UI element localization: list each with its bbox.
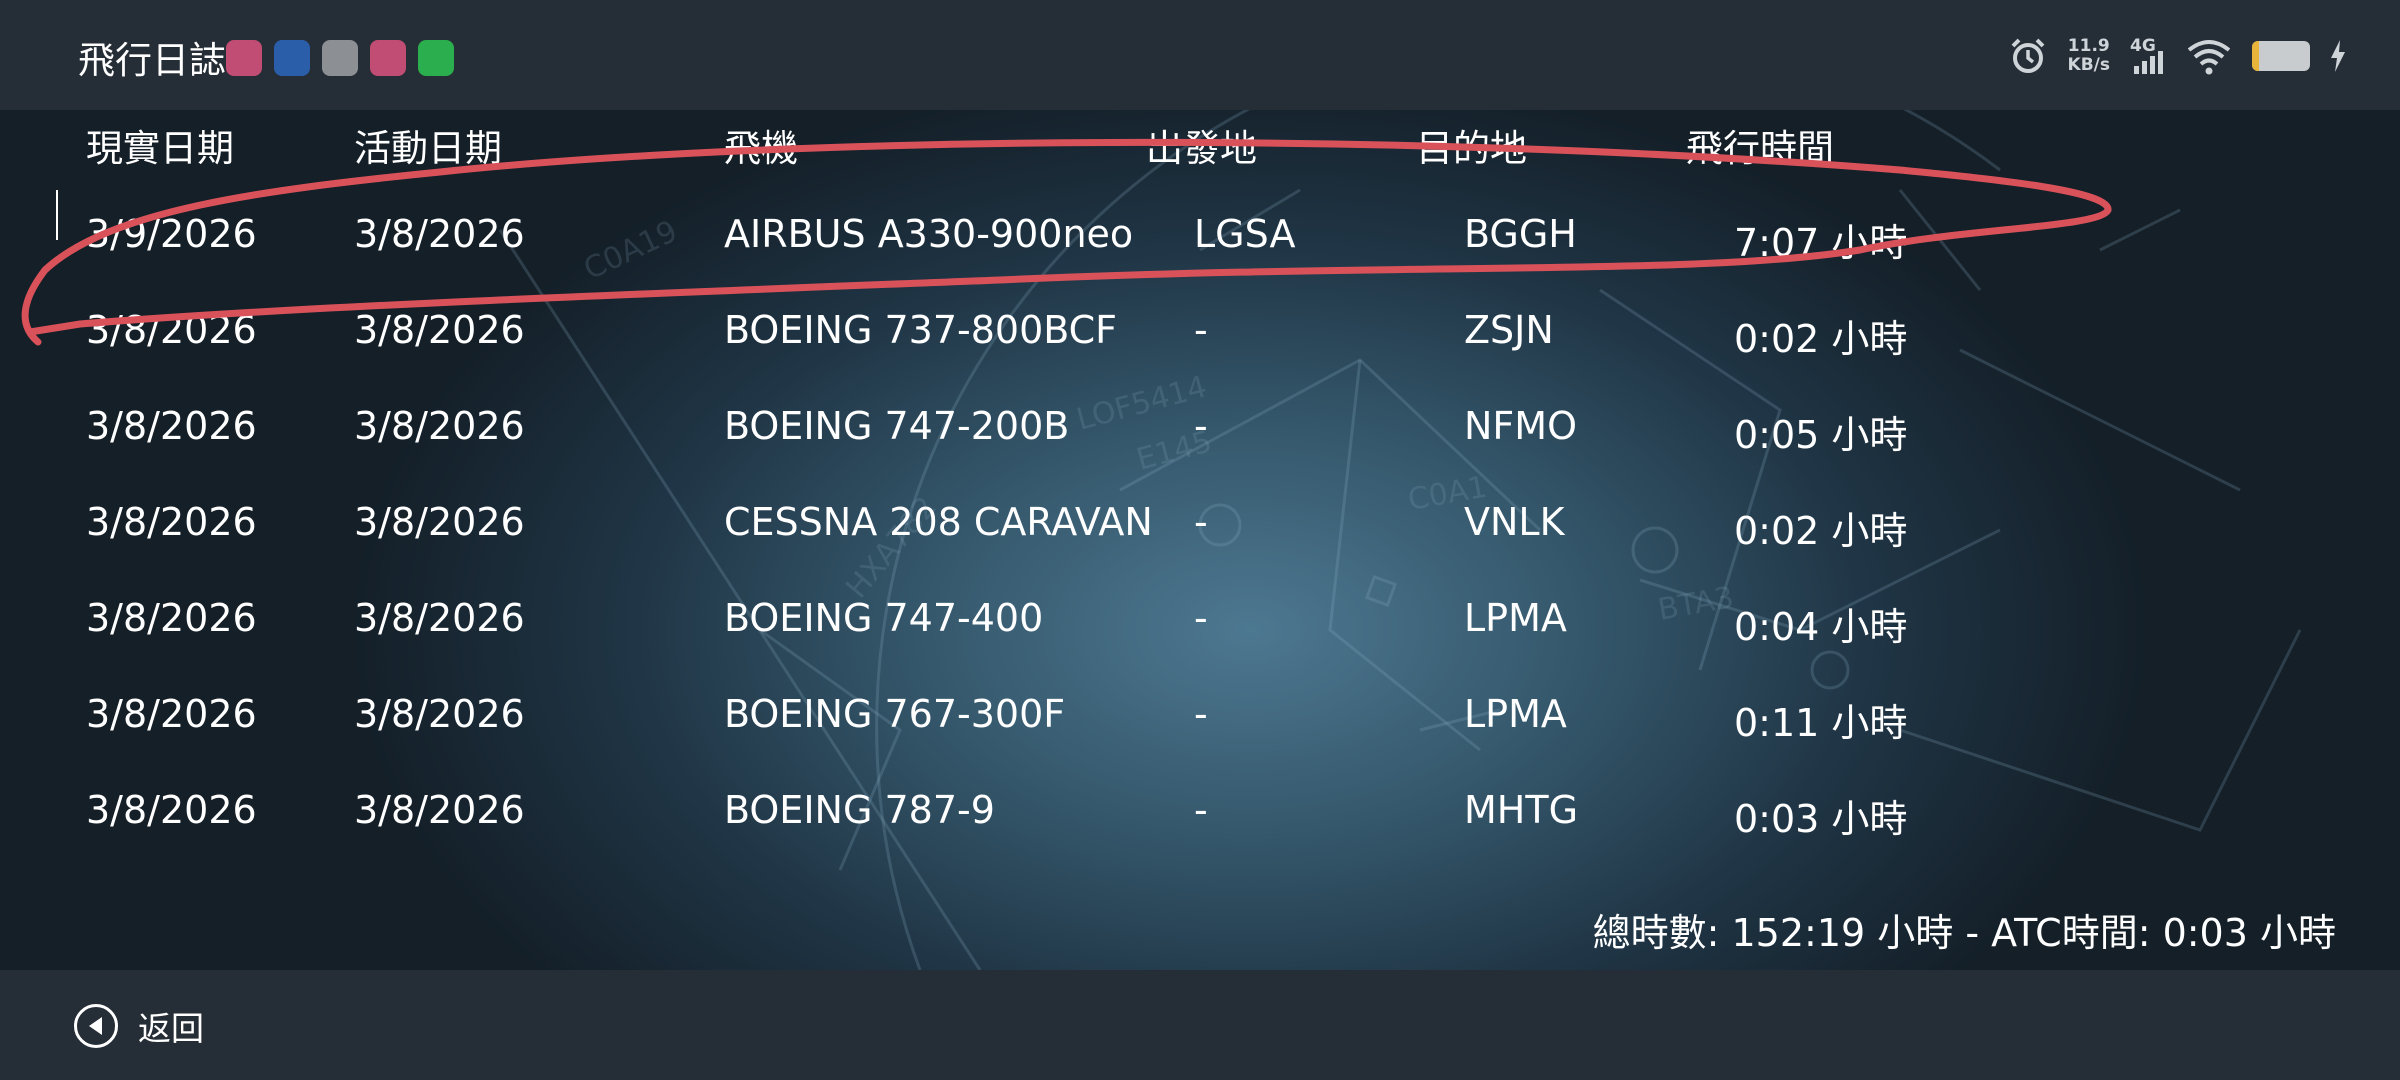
svg-text:C0A19: C0A19: [579, 214, 683, 287]
aircraft-cell: BOEING 737-800BCF: [724, 308, 1118, 352]
activity-date-cell: 3/8/2026: [354, 308, 525, 352]
departure-cell: -: [1194, 692, 1208, 736]
page-title: 飛行日誌: [78, 39, 226, 82]
back-label: 返回: [138, 1009, 204, 1048]
destination-cell: VNLK: [1464, 500, 1565, 544]
departure-cell: LGSA: [1194, 212, 1296, 256]
col-header-activity-date[interactable]: 活動日期: [354, 118, 502, 172]
destination-cell: ZSJN: [1464, 308, 1554, 352]
destination-cell: BGGH: [1464, 212, 1577, 256]
activity-date-cell: 3/8/2026: [354, 404, 525, 448]
signal-icon: 4G: [2130, 36, 2166, 74]
app-icon: [274, 40, 310, 76]
bilibili-icon: [226, 40, 262, 76]
svg-text:LOF5414: LOF5414: [1073, 370, 1210, 438]
activity-date-cell: 3/8/2026: [354, 500, 525, 544]
col-header-real-date[interactable]: 現實日期: [86, 118, 234, 172]
flight-time-cell: 7:07 小時: [1734, 221, 1908, 265]
flight-log-panel: C0A19 LOF5414 E145 C0A1 BTA3 HXA782 現實日期…: [0, 110, 2400, 970]
real-date-cell: 3/8/2026: [86, 308, 257, 352]
aircraft-cell: CESSNA 208 CARAVAN: [724, 500, 1153, 544]
activity-date-cell: 3/8/2026: [354, 692, 525, 736]
text-cursor: [56, 190, 58, 240]
col-header-destination[interactable]: 目的地: [1416, 118, 1527, 172]
flight-time-cell: 0:02 小時: [1734, 317, 1908, 361]
real-date-cell: 3/8/2026: [86, 596, 257, 640]
alarm-icon: [2011, 38, 2044, 73]
destination-cell: LPMA: [1464, 692, 1567, 736]
status-bar: 11.9 KB/s 4G: [2008, 36, 2346, 76]
departure-cell: -: [1194, 596, 1208, 640]
aircraft-cell: BOEING 747-200B: [724, 404, 1070, 448]
aircraft-cell: AIRBUS A330-900neo: [724, 212, 1134, 256]
departure-cell: -: [1194, 308, 1208, 352]
real-date-cell: 3/8/2026: [86, 692, 257, 736]
destination-cell: NFMO: [1464, 404, 1577, 448]
battery-icon: [2252, 41, 2310, 71]
total-hours: 總時數: 152:19 小時 - ATC時間: 0:03 小時: [1592, 911, 2336, 955]
col-header-departure[interactable]: 出發地: [1146, 118, 1257, 172]
aircraft-cell: BOEING 747-400: [724, 596, 1044, 640]
departure-cell: -: [1194, 500, 1208, 544]
activity-date-cell: 3/8/2026: [354, 212, 525, 256]
activity-date-cell: 3/8/2026: [354, 596, 525, 640]
flight-time-cell: 0:11 小時: [1734, 701, 1908, 745]
back-button[interactable]: 返回: [74, 1002, 204, 1050]
real-date-cell: 3/8/2026: [86, 788, 257, 832]
aircraft-cell: BOEING 767-300F: [724, 692, 1066, 736]
wifi-icon: [2187, 40, 2231, 75]
flight-time-cell: 0:04 小時: [1734, 605, 1908, 649]
flight-time-cell: 0:02 小時: [1734, 509, 1908, 553]
app-icon: [322, 40, 358, 76]
bottom-bar: 返回: [0, 970, 2400, 1080]
flight-time-cell: 0:03 小時: [1734, 797, 1908, 841]
destination-cell: LPMA: [1464, 596, 1567, 640]
col-header-flight-time[interactable]: 飛行時間: [1686, 118, 1834, 172]
departure-cell: -: [1194, 404, 1208, 448]
real-date-cell: 3/9/2026: [86, 212, 257, 256]
activity-date-cell: 3/8/2026: [354, 788, 525, 832]
net-speed: 11.9 KB/s: [2067, 36, 2110, 75]
back-icon: [74, 1004, 118, 1048]
notification-icons: [226, 40, 454, 76]
departure-cell: -: [1194, 788, 1208, 832]
wechat-icon: [418, 40, 454, 76]
real-date-cell: 3/8/2026: [86, 500, 257, 544]
charging-icon: [2331, 40, 2345, 72]
destination-cell: MHTG: [1464, 788, 1579, 832]
aircraft-cell: BOEING 787-9: [724, 788, 995, 832]
top-bar: 飛行日誌 11.9 KB/s 4G: [0, 0, 2400, 110]
bilibili-icon: [370, 40, 406, 76]
real-date-cell: 3/8/2026: [86, 404, 257, 448]
flight-time-cell: 0:05 小時: [1734, 413, 1908, 457]
col-header-aircraft[interactable]: 飛機: [724, 118, 798, 172]
